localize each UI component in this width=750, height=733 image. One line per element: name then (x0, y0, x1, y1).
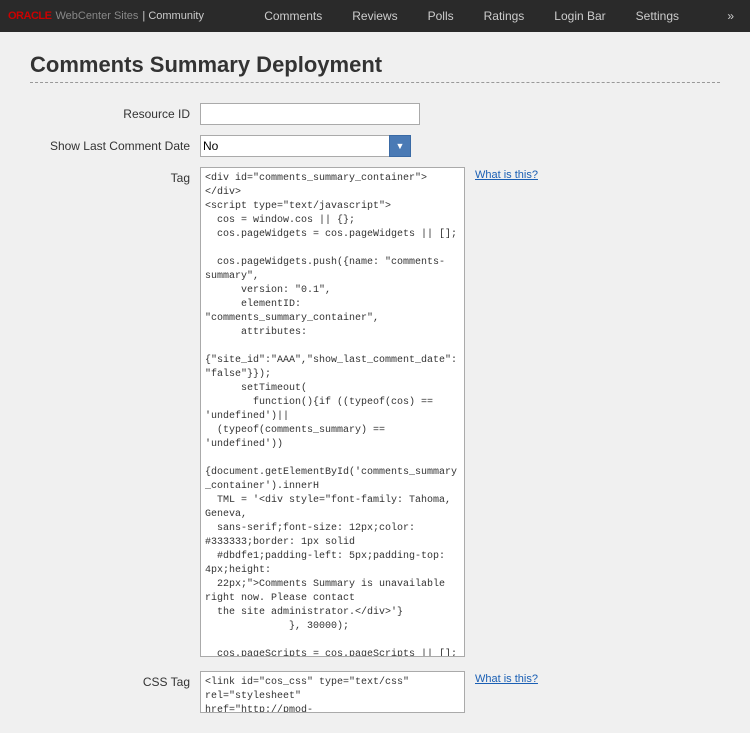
title-divider (30, 82, 720, 83)
nav-expand-button[interactable]: » (719, 9, 742, 23)
nav-item-comments[interactable]: Comments (250, 0, 336, 32)
product-name: | Community (142, 10, 204, 22)
page-title: Comments Summary Deployment (30, 52, 720, 78)
css-tag-content-wrapper: <link id="cos_css" type="text/css" rel="… (200, 671, 720, 713)
css-tag-label: CSS Tag (30, 671, 190, 689)
tag-row: Tag <div id="comments_summary_container"… (30, 167, 720, 657)
tag-label: Tag (30, 167, 190, 185)
show-last-comment-select[interactable]: No Yes (200, 135, 390, 157)
css-tag-what-is-this-link[interactable]: What is this? (475, 671, 538, 713)
top-navigation: ORACLE WebCenter Sites | Community Comme… (0, 0, 750, 32)
css-tag-row: CSS Tag <link id="cos_css" type="text/cs… (30, 671, 720, 713)
show-last-comment-row: Show Last Comment Date No Yes (30, 135, 720, 157)
nav-item-settings[interactable]: Settings (622, 0, 693, 32)
form-area: Resource ID Show Last Comment Date No Ye… (30, 103, 720, 713)
show-last-comment-wrapper: No Yes (200, 135, 411, 157)
nav-links: Comments Reviews Polls Ratings Login Bar… (224, 0, 719, 32)
nav-item-reviews[interactable]: Reviews (338, 0, 411, 32)
brand-area: ORACLE WebCenter Sites | Community (8, 10, 204, 22)
main-content: Comments Summary Deployment Resource ID … (0, 32, 750, 733)
nav-item-ratings[interactable]: Ratings (470, 0, 539, 32)
nav-item-login-bar[interactable]: Login Bar (540, 0, 619, 32)
nav-item-polls[interactable]: Polls (414, 0, 468, 32)
oracle-logo: ORACLE (8, 10, 51, 22)
resource-id-row: Resource ID (30, 103, 720, 125)
resource-id-label: Resource ID (30, 103, 190, 121)
tag-what-is-this-link[interactable]: What is this? (475, 167, 538, 657)
tag-textarea[interactable]: <div id="comments_summary_container"></d… (200, 167, 465, 657)
tag-content-wrapper: <div id="comments_summary_container"></d… (200, 167, 720, 657)
css-tag-textarea[interactable]: <link id="cos_css" type="text/css" rel="… (200, 671, 465, 713)
select-arrow-icon[interactable] (389, 135, 411, 157)
show-last-comment-label: Show Last Comment Date (30, 135, 190, 153)
brand-separator: WebCenter Sites (55, 10, 138, 22)
resource-id-input[interactable] (200, 103, 420, 125)
